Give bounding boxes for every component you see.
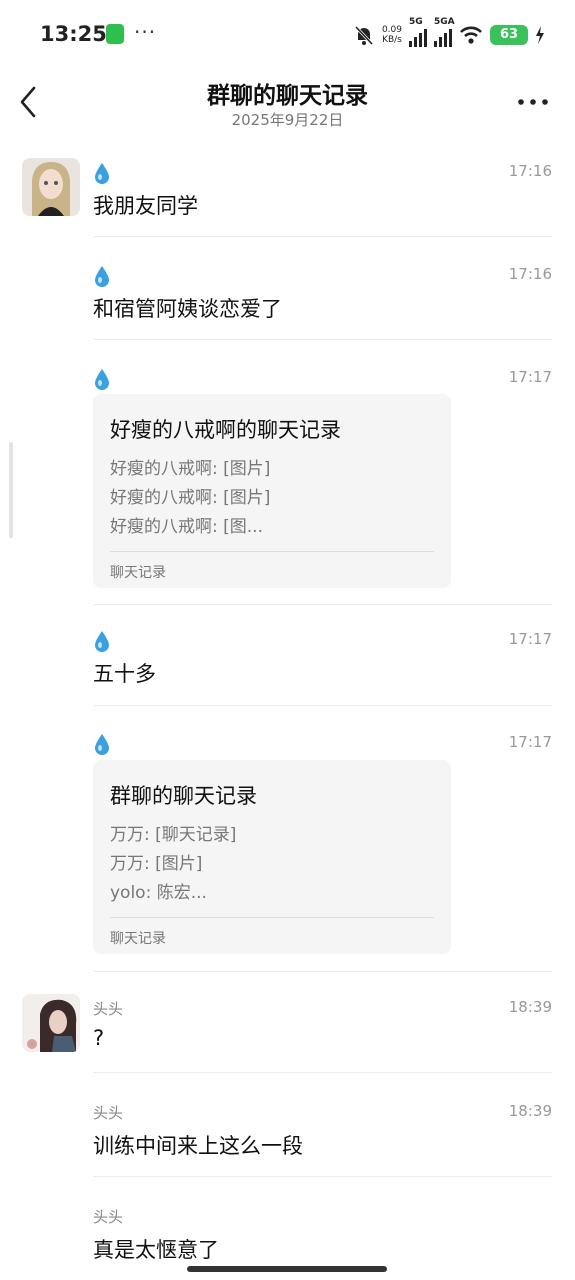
- signal-sim2: 5GA: [434, 17, 455, 47]
- card-line: 万万: [图片]: [110, 854, 203, 874]
- page-date: 2025年9月22日: [231, 111, 344, 129]
- signal-bars-icon: [409, 29, 427, 47]
- more-notifications-icon: ···: [134, 20, 157, 44]
- divider: [93, 971, 552, 972]
- message-item[interactable]: 17:16 和宿管阿姨谈恋爱了: [0, 255, 575, 345]
- message-text: 训练中间来上这么一段: [93, 1134, 303, 1158]
- wifi-icon: [460, 26, 482, 44]
- message-item[interactable]: 17:17 群聊的聊天记录 万万: [聊天记录] 万万: [图片] yolo: …: [0, 725, 575, 975]
- signal-sim1: 5G: [409, 17, 427, 47]
- avatar-image: [22, 158, 80, 216]
- sender-name: 头头: [93, 1104, 124, 1122]
- card-line: 万万: [聊天记录]: [110, 825, 237, 845]
- sender-name: 头头: [93, 1000, 124, 1018]
- water-drop-icon: [95, 369, 109, 390]
- more-dots-icon: [518, 99, 548, 105]
- card-title: 群聊的聊天记录: [110, 784, 257, 808]
- speed-unit: KB/s: [382, 35, 402, 45]
- signal-bars-icon: [434, 29, 452, 47]
- page-title: 群聊的聊天记录: [207, 83, 368, 109]
- status-time: 13:25: [40, 22, 107, 46]
- mute-bell-icon: [354, 25, 374, 46]
- divider: [93, 1072, 552, 1073]
- avatar-image: [22, 994, 80, 1052]
- message-time: 18:39: [508, 998, 552, 1016]
- sender-name: 头头: [93, 1208, 124, 1226]
- chat-record-card[interactable]: 群聊的聊天记录 万万: [聊天记录] 万万: [图片] yolo: 陈宏... …: [93, 760, 451, 954]
- sim1-label: 5G: [409, 17, 423, 27]
- message-time: 17:17: [508, 733, 552, 751]
- card-line: 好瘦的八戒啊: [图片]: [110, 459, 271, 479]
- message-time: 17:16: [508, 265, 552, 283]
- status-indicators: 0.09 KB/s 5G 5GA 63: [353, 17, 545, 50]
- message-time: 17:17: [508, 368, 552, 386]
- chat-record-card[interactable]: 好瘦的八戒啊的聊天记录 好瘦的八戒啊: [图片] 好瘦的八戒啊: [图片] 好瘦…: [93, 394, 451, 588]
- message-item[interactable]: 17:17 五十多: [0, 622, 575, 712]
- card-title: 好瘦的八戒啊的聊天记录: [110, 418, 341, 442]
- message-item[interactable]: 17:17 好瘦的八戒啊的聊天记录 好瘦的八戒啊: [图片] 好瘦的八戒啊: […: [0, 358, 575, 608]
- charging-icon: [536, 26, 544, 44]
- more-button[interactable]: [513, 88, 553, 116]
- divider: [93, 705, 552, 706]
- message-text: 真是太惬意了: [93, 1238, 219, 1262]
- divider: [93, 236, 552, 237]
- divider: [93, 604, 552, 605]
- sim2-label: 5GA: [434, 17, 455, 27]
- status-bar: 13:25 ··· 0.09 KB/s 5G 5GA 63: [0, 0, 575, 70]
- card-line: yolo: 陈宏...: [110, 883, 207, 903]
- card-divider: [110, 917, 434, 918]
- app-notification-icon: [106, 24, 124, 44]
- water-drop-icon: [95, 734, 109, 755]
- home-indicator[interactable]: [187, 1266, 387, 1272]
- card-footer: 聊天记录: [110, 565, 166, 581]
- message-item[interactable]: 头头 18:39 训练中间来上这么一段: [0, 1092, 575, 1182]
- avatar[interactable]: [22, 994, 80, 1052]
- card-line: 好瘦的八戒啊: [图片]: [110, 488, 271, 508]
- divider: [93, 1176, 552, 1177]
- message-text: ?: [93, 1026, 105, 1050]
- speed-value: 0.09: [381, 25, 402, 35]
- message-time: 17:17: [508, 630, 552, 648]
- network-speed: 0.09 KB/s: [382, 25, 402, 45]
- avatar[interactable]: [22, 158, 80, 216]
- card-divider: [110, 551, 434, 552]
- divider: [93, 339, 552, 340]
- water-drop-icon: [95, 266, 109, 287]
- water-drop-icon: [95, 631, 109, 652]
- message-time: 18:39: [508, 1102, 552, 1120]
- battery-icon: 63: [490, 25, 528, 45]
- message-time: 17:16: [508, 162, 552, 180]
- message-item[interactable]: 17:16 我朋友同学: [0, 150, 575, 240]
- message-text: 五十多: [93, 662, 156, 686]
- message-text: 和宿管阿姨谈恋爱了: [93, 297, 282, 321]
- message-text: 我朋友同学: [93, 194, 198, 218]
- card-footer: 聊天记录: [110, 931, 166, 947]
- water-drop-icon: [95, 163, 109, 184]
- message-item[interactable]: 头头 18:39 ?: [0, 990, 575, 1075]
- card-line: 好瘦的八戒啊: [图...: [110, 517, 263, 537]
- chat-header: 群聊的聊天记录 2025年9月22日: [0, 72, 575, 142]
- edge-scroll-indicator: [9, 442, 13, 538]
